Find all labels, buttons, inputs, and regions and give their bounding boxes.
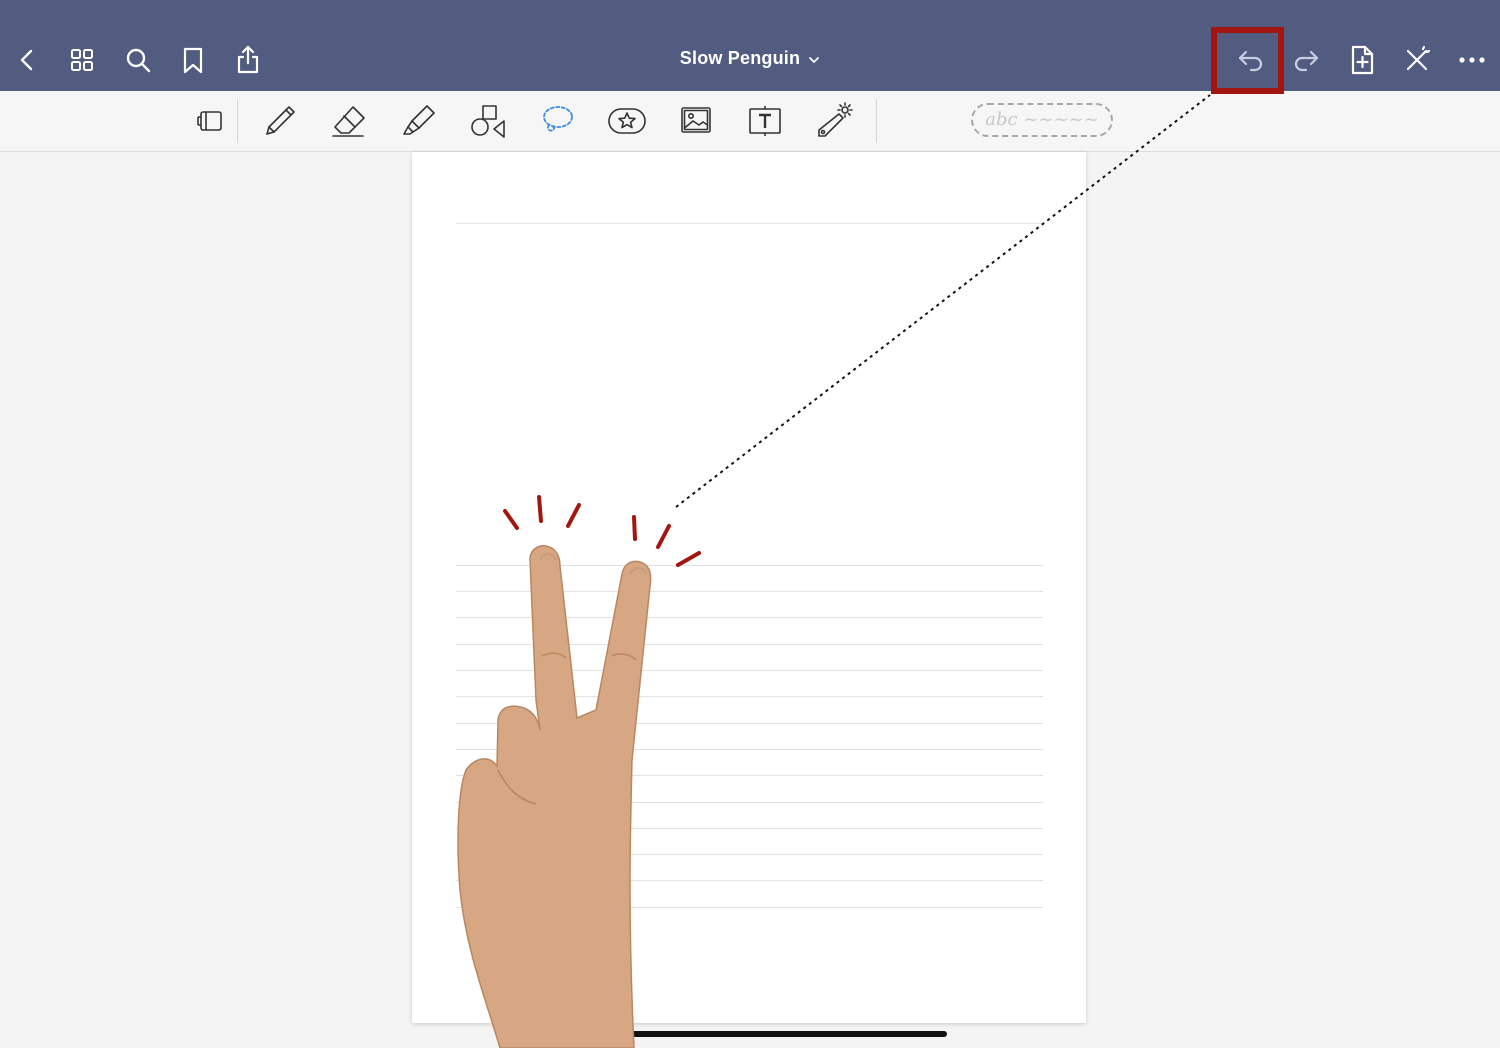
text-box-icon[interactable] <box>743 99 787 143</box>
more-icon[interactable] <box>1452 40 1492 80</box>
page-header-rule <box>456 223 1043 224</box>
document-title: Slow Penguin <box>679 48 801 68</box>
laser-pointer-icon[interactable] <box>812 99 856 143</box>
page-line <box>456 880 1043 881</box>
page-line <box>456 644 1043 645</box>
sticker-icon[interactable] <box>605 99 649 143</box>
page-line <box>456 802 1043 803</box>
notebook-page[interactable] <box>412 152 1086 1023</box>
page-line <box>456 775 1043 776</box>
page-line <box>456 854 1043 855</box>
tools-toolbar: abc ~~~~~ <box>0 91 1500 152</box>
page-line <box>456 696 1043 697</box>
page-line <box>456 670 1043 671</box>
page-line <box>456 565 1043 566</box>
page-line <box>456 617 1043 618</box>
highlighter-icon[interactable] <box>397 99 441 143</box>
page-view-icon[interactable] <box>188 99 232 143</box>
pen-icon[interactable] <box>258 99 302 143</box>
page-line <box>456 749 1043 750</box>
redo-icon[interactable] <box>1286 40 1326 80</box>
page-line <box>456 828 1043 829</box>
shapes-icon[interactable] <box>466 99 510 143</box>
lasso-icon[interactable] <box>536 99 580 143</box>
image-icon[interactable] <box>674 99 718 143</box>
home-indicator <box>630 1031 947 1037</box>
toolbar-divider <box>876 99 877 143</box>
handwriting-input-pill[interactable]: abc ~~~~~ <box>971 103 1113 137</box>
toolbar-divider <box>237 99 238 143</box>
page-line <box>456 723 1043 724</box>
close-toolbar-icon[interactable] <box>1397 40 1437 80</box>
eraser-icon[interactable] <box>327 99 371 143</box>
page-line <box>456 907 1043 908</box>
undo-highlight-box <box>1211 27 1284 94</box>
page-line <box>456 591 1043 592</box>
add-page-icon[interactable] <box>1342 40 1382 80</box>
chevron-down-icon <box>808 49 820 70</box>
